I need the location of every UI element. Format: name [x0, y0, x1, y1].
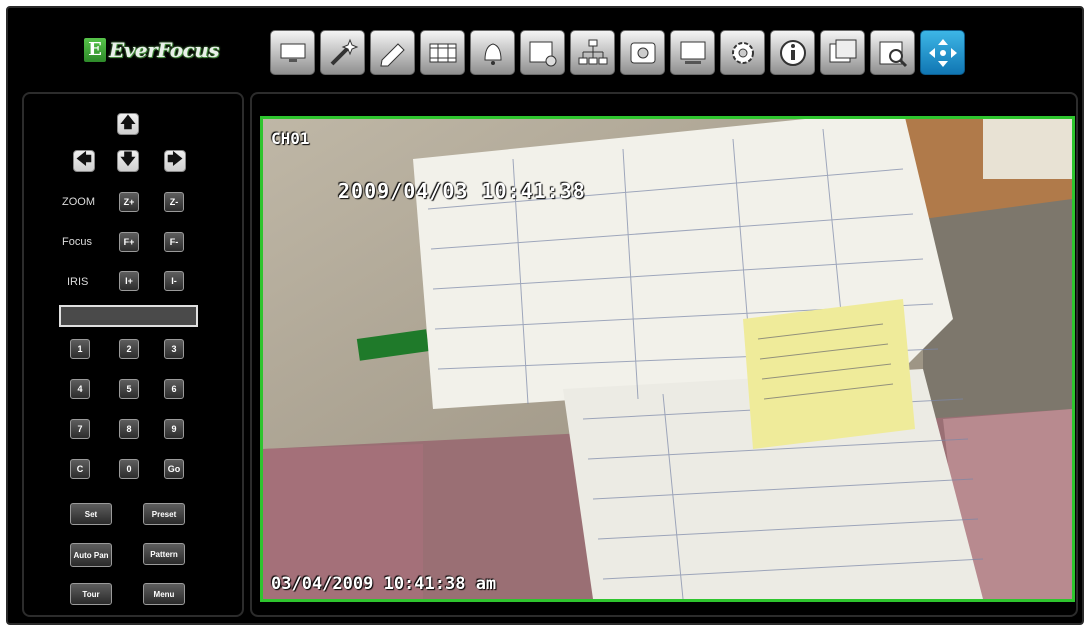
display-icon: [680, 41, 705, 64]
setup-wand-icon: [330, 38, 358, 65]
dvr-timestamp: 03/04/2009 10:41:38 am: [271, 574, 497, 594]
live-view-icon: [280, 43, 305, 62]
schedule-icon: [529, 41, 556, 66]
main-toolbar: [270, 30, 965, 75]
tour-button[interactable]: Tour: [70, 583, 112, 605]
logo-mark-icon: E: [84, 38, 106, 62]
toolbar-button-gear[interactable]: [720, 30, 765, 75]
keypad-key-8[interactable]: 8: [119, 419, 139, 439]
auto-pan-button[interactable]: Auto Pan: [70, 543, 112, 567]
zoom-in-button[interactable]: Z+: [119, 192, 139, 212]
gear-icon: [731, 41, 754, 64]
toolbar-button-disk[interactable]: [620, 30, 665, 75]
toolbar-button-edit[interactable]: [370, 30, 415, 75]
camera-video-feed[interactable]: CH01 2009/04/03 10:41:38 03/04/2009 10:4…: [260, 116, 1075, 602]
pattern-button[interactable]: Pattern: [143, 543, 185, 565]
camera-timestamp: 2009/04/03 10:41:38: [338, 179, 586, 203]
keypad-key-3[interactable]: 3: [164, 339, 184, 359]
focus-label: Focus: [62, 236, 92, 248]
toolbar-button-info[interactable]: [770, 30, 815, 75]
keypad-key-c[interactable]: C: [70, 459, 90, 479]
pan-right-button[interactable]: 🡆: [164, 150, 186, 172]
channel-label: CH01: [271, 129, 310, 148]
preset-number-input[interactable]: [59, 305, 198, 327]
toolbar-button-setup-wand[interactable]: [320, 30, 365, 75]
playback-film-icon: [429, 43, 456, 62]
disk-icon: [630, 42, 655, 63]
toolbar-button-search[interactable]: [870, 30, 915, 75]
info-icon: [779, 39, 806, 66]
toolbar-button-playback-film[interactable]: [420, 30, 465, 75]
keypad-key-7[interactable]: 7: [70, 419, 90, 439]
iris-close-button[interactable]: I-: [164, 271, 184, 291]
keypad-key-5[interactable]: 5: [119, 379, 139, 399]
focus-far-button[interactable]: F-: [164, 232, 184, 252]
toolbar-button-network[interactable]: [570, 30, 615, 75]
everfocus-logo: E EverFocus: [84, 34, 224, 66]
keypad-key-2[interactable]: 2: [119, 339, 139, 359]
zoom-out-button[interactable]: Z-: [164, 192, 184, 212]
layout-icon: [829, 39, 856, 62]
toolbar-button-schedule[interactable]: [520, 30, 565, 75]
edit-icon: [379, 42, 405, 66]
keypad-key-9[interactable]: 9: [164, 419, 184, 439]
zoom-label: ZOOM: [62, 196, 95, 208]
logo-text: EverFocus: [109, 38, 220, 62]
toolbar-button-display[interactable]: [670, 30, 715, 75]
iris-open-button[interactable]: I+: [119, 271, 139, 291]
toolbar-button-ptz[interactable]: [920, 30, 965, 75]
network-icon: [578, 39, 607, 64]
alarm-bell-icon: [483, 42, 502, 65]
toolbar-button-layout[interactable]: [820, 30, 865, 75]
set-button[interactable]: Set: [70, 503, 112, 525]
menu-button[interactable]: Menu: [143, 583, 185, 605]
search-icon: [879, 41, 907, 67]
pan-left-button[interactable]: 🡄: [73, 150, 95, 172]
tilt-up-button[interactable]: 🡅: [117, 113, 139, 135]
keypad-key-0[interactable]: 0: [119, 459, 139, 479]
keypad-key-6[interactable]: 6: [164, 379, 184, 399]
toolbar-button-alarm-bell[interactable]: [470, 30, 515, 75]
ptz-icon: [928, 38, 957, 67]
tilt-down-button[interactable]: 🡇: [117, 150, 139, 172]
keypad-key-1[interactable]: 1: [70, 339, 90, 359]
toolbar-button-live-view[interactable]: [270, 30, 315, 75]
keypad-key-4[interactable]: 4: [70, 379, 90, 399]
keypad-key-go[interactable]: Go: [164, 459, 184, 479]
preset-button[interactable]: Preset: [143, 503, 185, 525]
focus-near-button[interactable]: F+: [119, 232, 139, 252]
iris-label: IRIS: [67, 276, 89, 288]
